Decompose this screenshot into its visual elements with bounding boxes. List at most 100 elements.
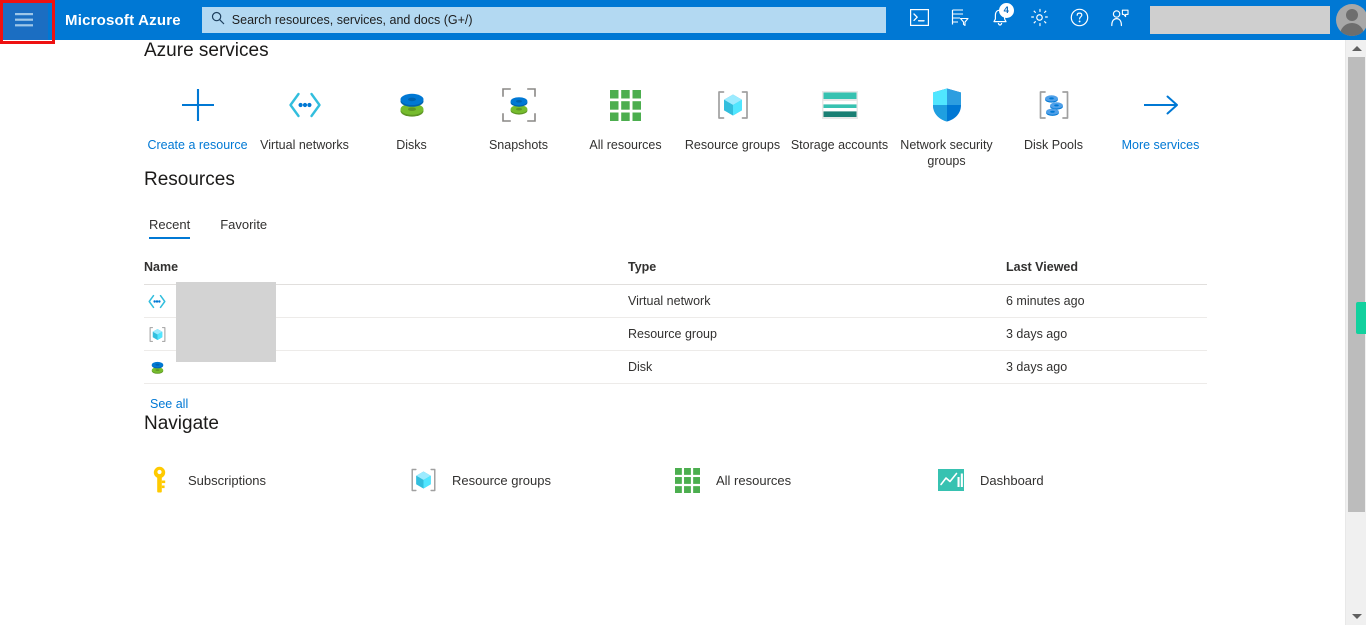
service-virtual-networks[interactable]: Virtual networks (251, 84, 358, 169)
cell-last-viewed: 3 days ago (1006, 350, 1207, 384)
table-row[interactable]: Virtual network 6 minutes ago (144, 282, 1207, 362)
search-icon (211, 11, 225, 30)
show-portal-menu-button[interactable] (0, 0, 48, 40)
column-header-type[interactable]: Type (628, 260, 1006, 285)
table-row[interactable]: Disk 3 days ago (144, 350, 1207, 384)
subscriptions-key-icon (144, 466, 174, 494)
navigate-label: Resource groups (452, 472, 551, 488)
service-label: Disk Pools (1023, 138, 1084, 152)
service-label: Resource groups (684, 138, 781, 152)
navigate-resource-groups[interactable]: Resource groups (408, 466, 672, 494)
service-label: More services (1121, 138, 1200, 152)
navigate-subscriptions[interactable]: Subscriptions (144, 466, 408, 494)
all-resources-grid-icon (672, 466, 702, 494)
tab-recent[interactable]: Recent (149, 217, 191, 239)
help-button[interactable] (1060, 0, 1100, 40)
table-header-row: Name Type Last Viewed (144, 260, 1207, 285)
service-create-a-resource[interactable]: Create a resource (144, 84, 251, 169)
avatar-head-shape (1345, 9, 1358, 21)
navigate-dashboard[interactable]: Dashboard (936, 466, 1200, 494)
service-snapshots[interactable]: Snapshots (465, 84, 572, 169)
navigate-heading: Navigate (144, 413, 219, 434)
page-scrollbar[interactable] (1345, 40, 1366, 625)
service-storage-accounts[interactable]: Storage accounts (786, 84, 893, 169)
resource-name-redacted (176, 282, 276, 362)
search-input-placeholder[interactable]: Search resources, services, and docs (G+… (232, 13, 473, 27)
service-label: Disks (396, 138, 427, 152)
help-question-icon (1070, 8, 1089, 32)
service-label: Create a resource (147, 138, 248, 152)
service-resource-groups[interactable]: Resource groups (679, 84, 786, 169)
top-navigation-bar: Microsoft Azure Search resources, servic… (0, 0, 1366, 40)
find-match-marker (1356, 302, 1366, 334)
resource-group-icon (715, 84, 751, 126)
directories-subscriptions-icon (950, 8, 969, 32)
service-label: Network security groups (900, 138, 993, 168)
cloud-shell-button[interactable] (900, 0, 940, 40)
service-all-resources[interactable]: All resources (572, 84, 679, 169)
notifications-button[interactable]: 4 (980, 0, 1020, 40)
cloud-shell-icon (910, 9, 930, 31)
portal-home-page: Azure services Create a resource Virtual… (0, 40, 1345, 625)
service-network-security-groups[interactable]: Network security groups (893, 84, 1000, 169)
service-disks[interactable]: Disks (358, 84, 465, 169)
cell-last-viewed: 3 days ago (1006, 317, 1207, 351)
tab-favorite[interactable]: Favorite (220, 217, 267, 239)
azure-services-heading: Azure services (144, 40, 269, 61)
hamburger-icon (15, 13, 33, 27)
scroll-down-arrow-icon[interactable] (1346, 608, 1366, 625)
settings-gear-icon (1030, 8, 1049, 32)
scrollbar-thumb[interactable] (1348, 57, 1365, 512)
column-header-last-viewed[interactable]: Last Viewed (1006, 260, 1207, 285)
service-disk-pools[interactable]: Disk Pools (1000, 84, 1107, 169)
dashboard-chart-icon (936, 466, 966, 494)
column-header-name[interactable]: Name (144, 260, 628, 285)
cell-last-viewed: 6 minutes ago (1006, 284, 1207, 318)
azure-services-list: Create a resource Virtual networks Disks… (144, 84, 1345, 169)
avatar[interactable] (1335, 4, 1366, 36)
network-security-group-shield-icon (931, 84, 963, 126)
resources-tabs: Recent Favorite (149, 217, 1345, 239)
plus-icon (179, 84, 217, 126)
service-label: Storage accounts (790, 138, 889, 152)
see-all-link[interactable]: See all (150, 397, 188, 411)
disks-icon (395, 84, 429, 126)
resource-group-icon (408, 466, 438, 494)
feedback-button[interactable] (1100, 0, 1140, 40)
avatar-body-shape (1339, 23, 1364, 36)
service-label: Snapshots (488, 138, 549, 152)
cell-type: Disk (628, 350, 1006, 384)
notification-count-badge: 4 (998, 3, 1014, 18)
global-search-box[interactable]: Search resources, services, and docs (G+… (201, 7, 886, 33)
directories-subscriptions-button[interactable] (940, 0, 980, 40)
table-row[interactable]: Resource group 3 days ago (144, 317, 1207, 351)
scroll-up-arrow-icon[interactable] (1346, 40, 1366, 57)
all-resources-grid-icon (610, 84, 641, 126)
navigate-all-resources[interactable]: All resources (672, 466, 936, 494)
navigate-label: All resources (716, 472, 792, 488)
resource-group-icon (147, 324, 167, 344)
navigate-label: Subscriptions (188, 472, 267, 488)
navigate-label: Dashboard (980, 472, 1044, 488)
disk-pools-icon (1036, 84, 1072, 126)
resources-heading: Resources (144, 169, 235, 190)
cell-name[interactable] (144, 282, 628, 362)
navigate-list: Subscriptions Resource groups All resour… (144, 466, 1345, 494)
service-label: All resources (589, 138, 662, 152)
service-more-services[interactable]: More services (1107, 84, 1214, 169)
virtual-network-icon (147, 291, 167, 311)
snapshots-icon (501, 84, 537, 126)
recent-resources-table: Name Type Last Viewed Virtual network 6 … (144, 260, 1207, 384)
storage-account-icon (821, 84, 859, 126)
settings-button[interactable] (1020, 0, 1060, 40)
arrow-right-icon (1141, 84, 1181, 126)
cell-type: Resource group (628, 317, 1006, 351)
feedback-person-icon (1110, 9, 1129, 32)
cell-type: Virtual network (628, 284, 1006, 318)
brand-title: Microsoft Azure (65, 11, 181, 29)
account-info-redacted (1149, 6, 1330, 34)
header-icon-group: 4 (900, 0, 1140, 40)
virtual-network-icon (287, 84, 323, 126)
service-label: Virtual networks (260, 138, 349, 152)
disks-icon (147, 357, 167, 377)
